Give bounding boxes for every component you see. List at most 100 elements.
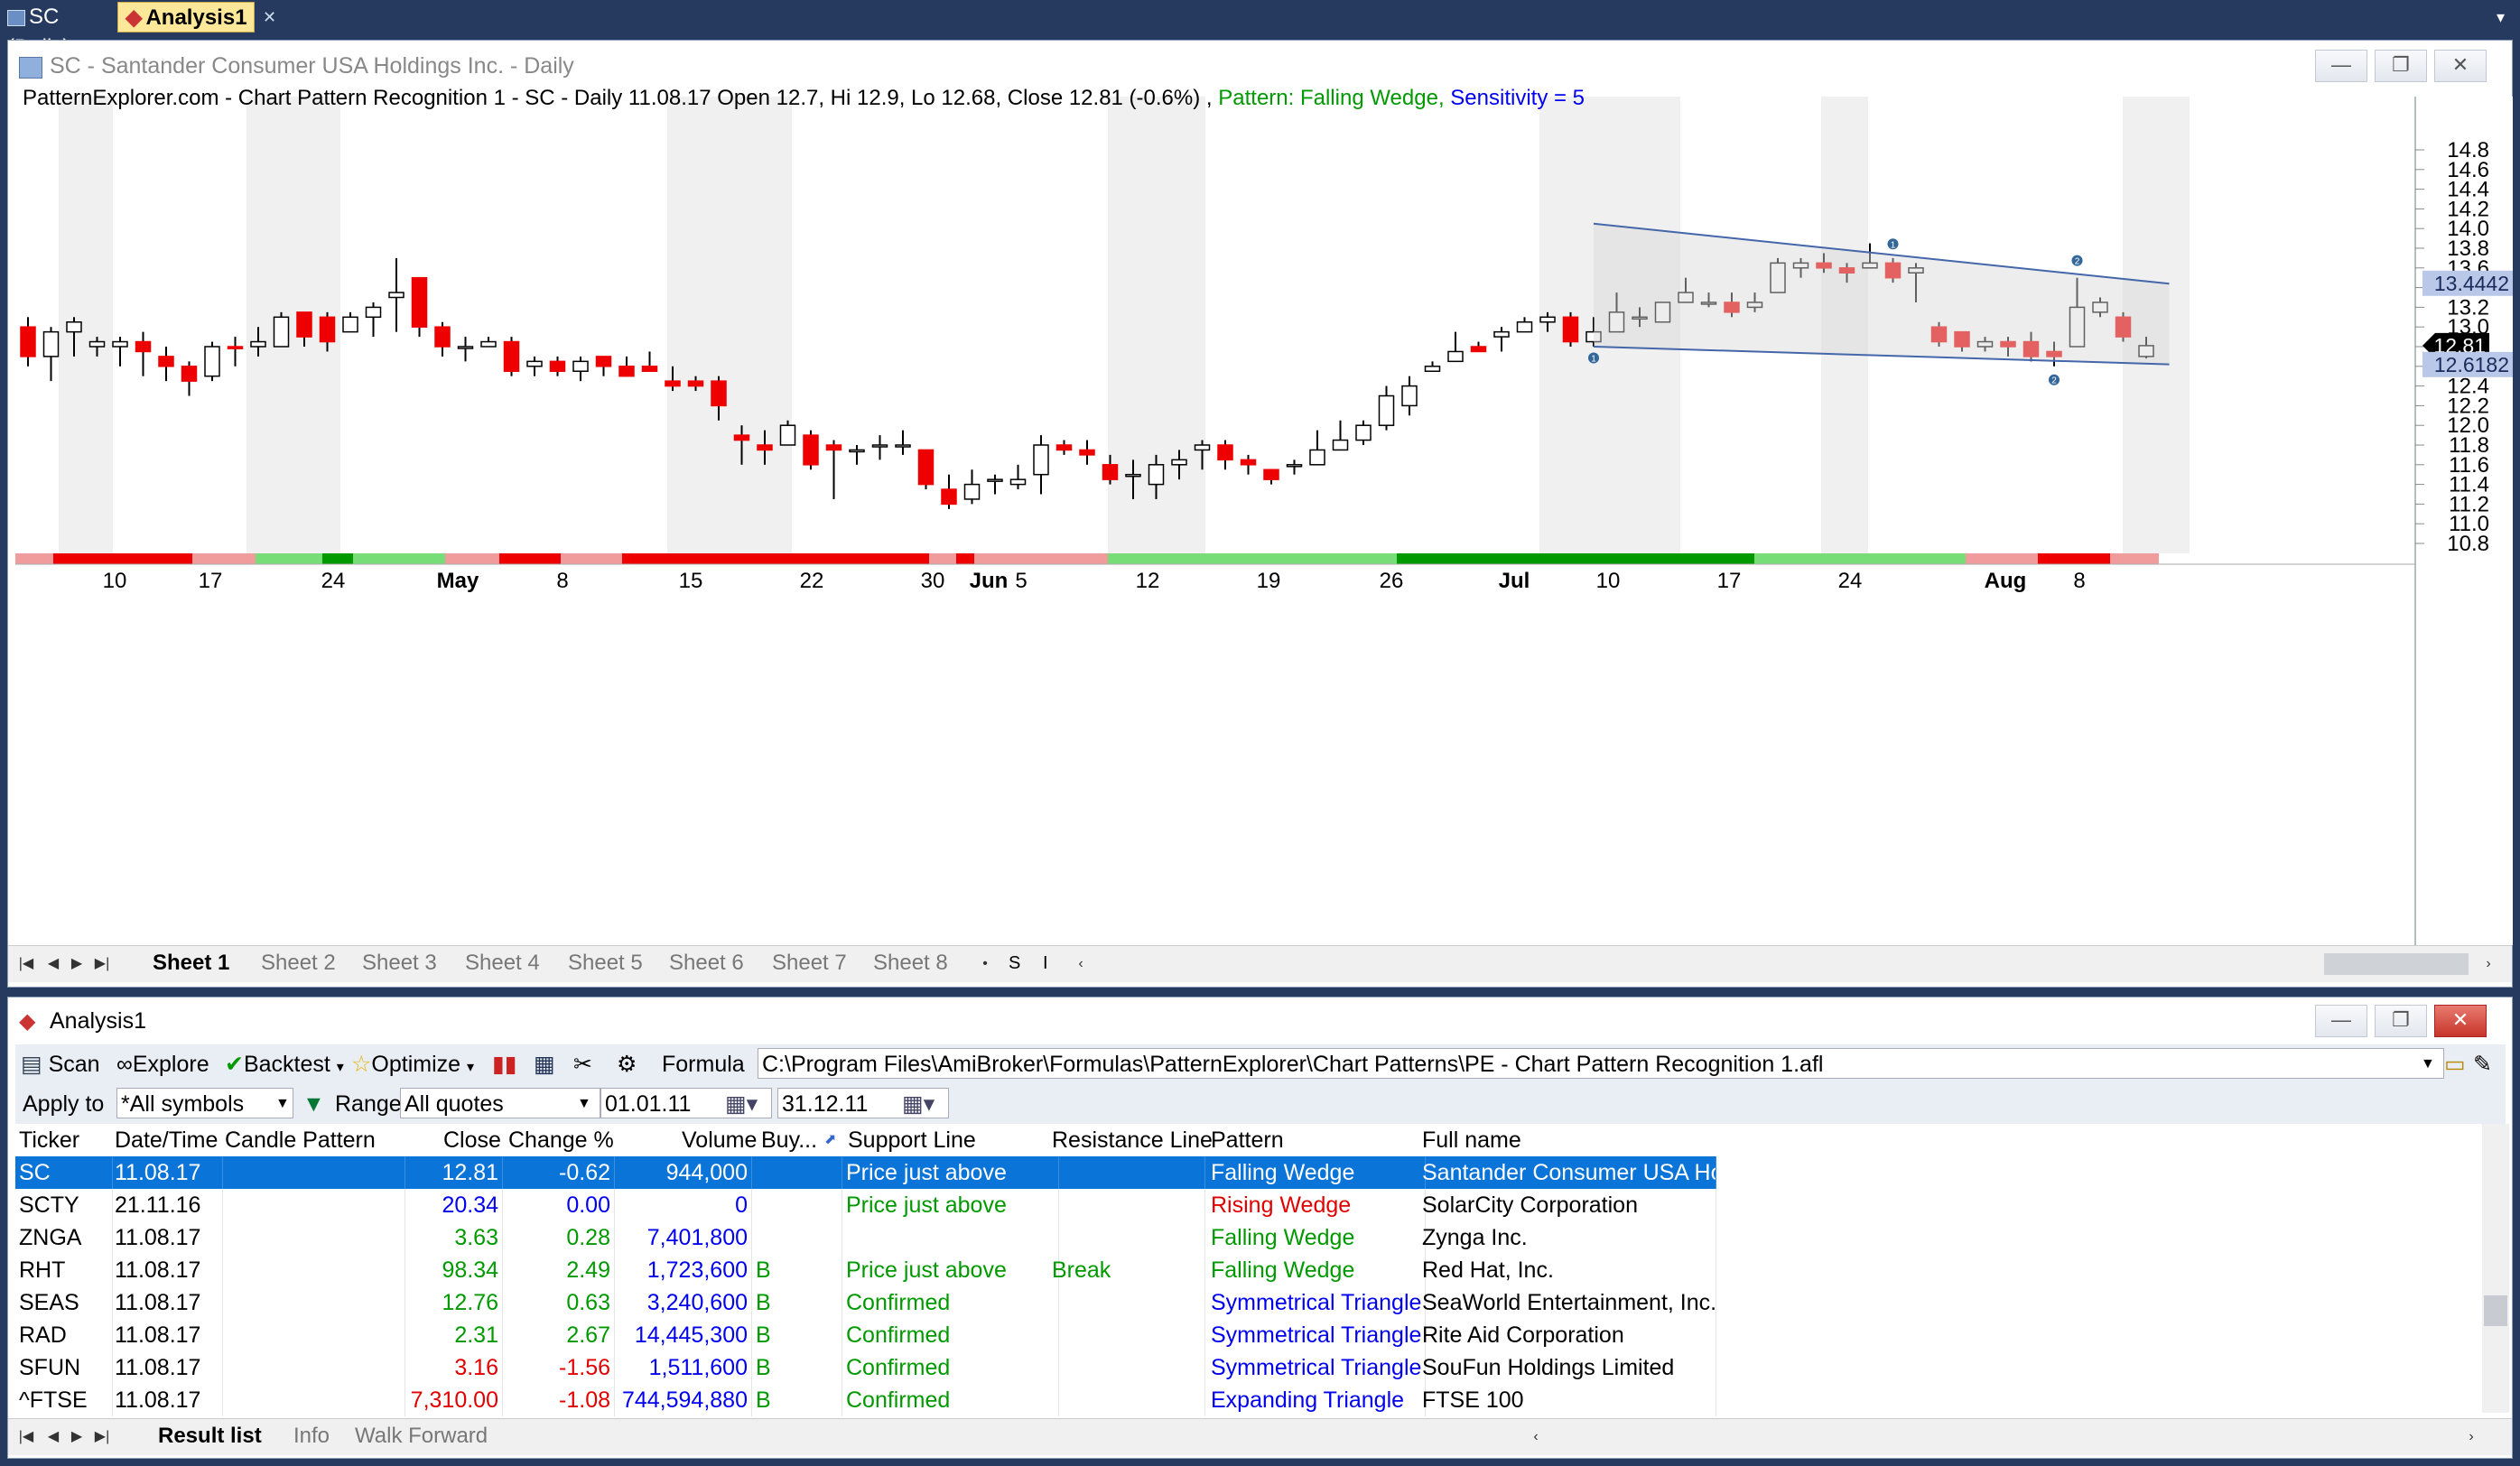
settings-icon[interactable]: ⚙	[617, 1050, 637, 1079]
column-header-pattern[interactable]: Pattern	[1211, 1124, 1284, 1156]
sheet-tab-5[interactable]: Sheet 5	[568, 950, 643, 977]
next-sheet-icon[interactable]: ▶	[66, 953, 88, 975]
sheet-tab-6[interactable]: Sheet 6	[669, 950, 744, 977]
column-header-buy[interactable]: Buy...	[761, 1124, 817, 1156]
tab-menu-chevron-icon[interactable]: ▾	[2489, 2, 2516, 32]
cell-date: 11.08.17	[115, 1384, 223, 1416]
last-sheet-icon[interactable]: ▶|	[91, 953, 113, 975]
apply-to-select[interactable]: *All symbols	[116, 1088, 293, 1118]
prev-tab-icon[interactable]: ◀	[42, 1426, 64, 1448]
scan-button[interactable]: ▤ Scan	[21, 1050, 100, 1079]
column-header-candle-pattern[interactable]: Candle Pattern	[225, 1124, 376, 1156]
table-view-icon[interactable]: ▦	[534, 1050, 555, 1079]
apply-to-label: Apply to	[23, 1091, 105, 1117]
document-tab-bar: SC (Daily) ◆Analysis1 ✕ ▾	[0, 0, 2520, 60]
backtest-button[interactable]: ✔Backtest ▾	[225, 1050, 344, 1079]
column-header-volume[interactable]: Volume	[682, 1124, 757, 1156]
candle-body	[917, 449, 935, 486]
signal-strip-segment	[1019, 553, 1108, 564]
open-folder-icon[interactable]: ▭	[2444, 1050, 2466, 1079]
next-tab-icon[interactable]: ▶	[66, 1426, 88, 1448]
tab-info[interactable]: Info	[293, 1423, 330, 1450]
tab-result-list[interactable]: Result list	[158, 1423, 262, 1450]
last-tab-icon[interactable]: ▶|	[91, 1426, 113, 1448]
cell-date: 11.08.17	[115, 1286, 223, 1319]
close-button[interactable]: ✕	[2434, 50, 2487, 82]
cell-name: Rite Aid Corporation	[1422, 1319, 1716, 1351]
tools-icon[interactable]: ✂	[573, 1050, 592, 1079]
explore-button[interactable]: ∞Explore	[116, 1050, 209, 1079]
minimize-button[interactable]: —	[2315, 1005, 2367, 1037]
sheet-tab-3[interactable]: Sheet 3	[362, 950, 437, 977]
close-button[interactable]: ✕	[2434, 1005, 2487, 1037]
cell-pattern: Symmetrical Triangle	[1211, 1319, 1426, 1351]
scroll-right-icon[interactable]: ›	[2460, 1426, 2482, 1448]
calendar-icon[interactable]: ▦▾	[902, 1090, 935, 1118]
scroll-left-icon[interactable]: ‹	[1070, 953, 1092, 975]
doc-tab-sc-daily[interactable]: SC (Daily)	[0, 2, 116, 60]
scroll-right-icon[interactable]: ›	[2478, 953, 2499, 975]
minimize-button[interactable]: —	[2315, 50, 2367, 82]
filter-icon[interactable]: ▼	[302, 1090, 325, 1118]
column-header-ticker[interactable]: Ticker	[19, 1124, 79, 1156]
sheet-tab-7[interactable]: Sheet 7	[772, 950, 847, 977]
results-grid[interactable]: Ticker Date/Time Candle Pattern Close Change…	[15, 1124, 2480, 1420]
column-header-full-name[interactable]: Full name	[1422, 1124, 1521, 1156]
sheet-s-button[interactable]: S	[1009, 950, 1020, 977]
doc-tab-analysis1[interactable]: ◆ Analysis1	[117, 2, 255, 32]
sheet-i-button[interactable]: I	[1043, 950, 1048, 977]
x-tick-label: 22	[800, 569, 824, 593]
sheet-tab-8[interactable]: Sheet 8	[873, 950, 948, 977]
vertical-scrollbar[interactable]	[2482, 1124, 2509, 1413]
cell-buy: B	[756, 1319, 842, 1351]
first-sheet-icon[interactable]: |◀	[15, 953, 37, 975]
candle-body	[503, 340, 520, 372]
range-chevron-down-icon[interactable]: ▼	[577, 1090, 591, 1118]
table-row[interactable]: SC 11.08.17 12.81 -0.62 944,000 Price just ab…	[15, 1156, 1716, 1189]
column-header-date-time[interactable]: Date/Time	[115, 1124, 218, 1156]
formula-dropdown-chevron-icon[interactable]: ▼	[2421, 1050, 2435, 1079]
table-row[interactable]: ^FTSE 11.08.17 7,310.00 -1.08 744,594,880 B Co…	[15, 1384, 1716, 1416]
first-tab-icon[interactable]: |◀	[15, 1426, 37, 1448]
table-row[interactable]: SFUN 11.08.17 3.16 -1.56 1,511,600 B Confirmed…	[15, 1351, 1716, 1384]
range-select[interactable]: All quotes	[400, 1088, 600, 1118]
table-row[interactable]: RAD 11.08.17 2.31 2.67 14,445,300 B Confirmed S…	[15, 1319, 1716, 1351]
table-row[interactable]: SCTY 21.11.16 20.34 0.00 0 Price just above Ri…	[15, 1189, 1716, 1221]
horizontal-scrollbar-thumb[interactable]	[2324, 953, 2469, 975]
maximize-button[interactable]: ❐	[2375, 50, 2427, 82]
maximize-button[interactable]: ❐	[2375, 1005, 2427, 1037]
calendar-icon[interactable]: ▦▾	[725, 1090, 758, 1118]
chart-report-icon[interactable]: ▮▮	[492, 1050, 517, 1079]
formula-path-field[interactable]: C:\Program Files\AmiBroker\Formulas\Patt…	[758, 1048, 2444, 1079]
cell-buy	[756, 1189, 842, 1221]
tab-walk-forward[interactable]: Walk Forward	[355, 1423, 488, 1450]
edit-formula-icon[interactable]: ✎	[2473, 1050, 2492, 1079]
cell-volume: 744,594,880	[617, 1384, 752, 1416]
close-tab-icon[interactable]: ✕	[256, 2, 277, 32]
scroll-left-icon[interactable]: ‹	[1525, 1426, 1547, 1448]
table-row[interactable]: RHT 11.08.17 98.34 2.49 1,723,600 B Price just…	[15, 1254, 1716, 1286]
column-header-resistance-line[interactable]: Resistance Line	[1052, 1124, 1213, 1156]
candle-body	[757, 444, 773, 451]
sheet-tab-2[interactable]: Sheet 2	[261, 950, 336, 977]
cell-change: 0.28	[505, 1221, 615, 1254]
vertical-scrollbar-thumb[interactable]	[2484, 1295, 2507, 1326]
pattern-marker-label: 1	[1591, 355, 1596, 365]
price-chart[interactable]: 14.814.614.414.214.013.813.613.413.213.0…	[15, 97, 2513, 965]
x-tick-label: 8	[2073, 569, 2085, 593]
optimize-button[interactable]: ☆Optimize ▾	[351, 1050, 474, 1079]
column-header-change[interactable]: Change %	[508, 1124, 614, 1156]
column-header-support-line[interactable]: Support Line	[848, 1124, 976, 1156]
cell-buy: B	[756, 1384, 842, 1416]
table-row[interactable]: SEAS 11.08.17 12.76 0.63 3,240,600 B Confirmed…	[15, 1286, 1716, 1319]
sheet-tab-1[interactable]: Sheet 1	[153, 950, 229, 977]
cell-name: Zynga Inc.	[1422, 1221, 1716, 1254]
sheet-dot-icon[interactable]: •	[974, 953, 996, 975]
prev-sheet-icon[interactable]: ◀	[42, 953, 64, 975]
table-row[interactable]: ZNGA 11.08.17 3.63 0.28 7,401,800 Falling Wed…	[15, 1221, 1716, 1254]
apply-to-chevron-down-icon[interactable]: ▼	[275, 1090, 290, 1118]
candle-body	[711, 380, 727, 407]
x-tick-label: 17	[199, 569, 223, 593]
sheet-tab-4[interactable]: Sheet 4	[465, 950, 540, 977]
column-header-close[interactable]: Close	[443, 1124, 501, 1156]
